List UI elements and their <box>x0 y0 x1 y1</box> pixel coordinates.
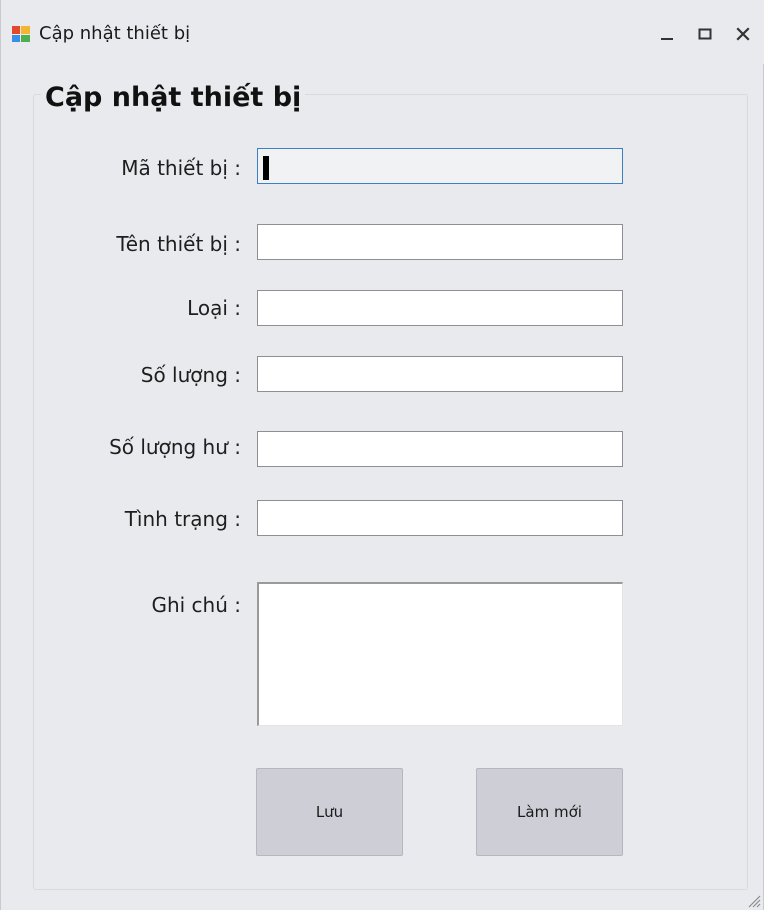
maximize-button[interactable] <box>687 16 723 52</box>
maximize-icon <box>698 28 712 40</box>
reset-button[interactable]: Làm mới <box>476 768 623 856</box>
group-title: Cập nhật thiết bị <box>41 80 306 116</box>
app-window: Cập nhật thiết bị Cập nhật thiết bị Mã t… <box>0 0 764 910</box>
field-label-note: Ghi chú : <box>151 593 241 617</box>
field-label-status: Tình trạng : <box>124 507 241 531</box>
minimize-icon <box>661 38 673 40</box>
field-label-broken-quantity: Số lượng hư : <box>109 435 241 459</box>
broken-quantity-input[interactable] <box>257 431 623 467</box>
title-bar[interactable]: Cập nhật thiết bị <box>1 0 764 64</box>
resize-grip-icon[interactable] <box>745 892 761 908</box>
device-name-input[interactable] <box>257 224 623 260</box>
field-label-device-code: Mã thiết bị : <box>121 156 241 180</box>
device-code-input[interactable] <box>257 148 623 184</box>
close-button[interactable] <box>725 16 761 52</box>
window-title: Cập nhật thiết bị <box>39 23 191 44</box>
quantity-input[interactable] <box>257 356 623 392</box>
field-label-quantity: Số lượng : <box>140 363 241 387</box>
text-caret <box>263 156 269 180</box>
close-icon <box>736 27 750 41</box>
minimize-button[interactable] <box>649 16 685 52</box>
field-label-device-name: Tên thiết bị : <box>116 232 241 256</box>
note-textarea[interactable] <box>257 582 623 726</box>
type-input[interactable] <box>257 290 623 326</box>
status-input[interactable] <box>257 500 623 536</box>
field-label-type: Loại : <box>187 296 241 320</box>
app-form-icon <box>12 26 30 42</box>
save-button[interactable]: Lưu <box>256 768 403 856</box>
